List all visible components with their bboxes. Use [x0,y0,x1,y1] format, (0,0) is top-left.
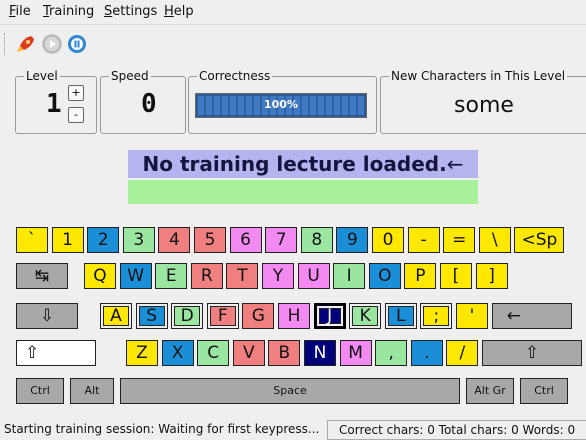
menu-help[interactable]: Help [164,4,194,19]
key-backspace: <Sp [514,227,565,253]
key-3: 3 [122,227,155,253]
key-backslash: \ [478,227,511,253]
level-title: Level [24,68,60,84]
key-comma: , [375,340,408,366]
rocket-icon[interactable] [16,34,36,54]
status-stats: Correct chars: 0 Total chars: 0 Words: 0 [327,420,586,440]
new-characters-title: New Characters in This Level [389,68,568,84]
key-p: P [404,263,437,289]
correctness-progress-bar: 100% [195,93,367,118]
key-alt: Alt [70,378,114,404]
key-caps-lock: ⇩ [16,303,78,329]
key-l: L [384,303,417,329]
key-period: . [410,340,443,366]
new-characters-group: New Characters in This Level some [380,68,586,134]
key-g: G [242,303,275,329]
level-group: Level 1 + - [15,68,97,134]
menu-file[interactable]: File [9,4,31,19]
lecture-text: No training lecture loaded. [142,152,447,176]
key-bracket-right: ] [475,263,508,289]
key-alt-gr: Alt Gr [466,378,514,404]
key-enter: ← [491,303,572,329]
level-value: 1 [46,89,62,119]
key-tab: ↹ [16,263,68,289]
menu-training[interactable]: Training [43,4,94,19]
key-s: S [135,303,168,329]
speed-title: Speed [109,68,151,84]
key-space: Space [120,378,460,404]
key-slash: / [446,340,479,366]
key-right-ctrl: Ctrl [520,378,568,404]
lecture-line: No training lecture loaded.← [128,150,478,178]
correctness-title: Correctness [197,68,273,84]
key-h: H [278,303,310,329]
key-a: A [100,303,132,329]
key-v: V [232,340,265,366]
key-4: 4 [158,227,191,253]
key-bracket-left: [ [440,263,472,289]
key-d: D [171,303,204,329]
key-u: U [297,263,330,289]
key-y: Y [262,263,294,289]
key-j: J [313,303,346,329]
key-b: B [268,340,301,366]
key-x: X [161,340,194,366]
key-equals: = [443,227,476,253]
key-f: F [206,303,239,329]
key-0: 0 [372,227,404,253]
key-t: T [226,263,259,289]
status-message: Starting training session: Waiting for f… [4,422,320,436]
key-left-shift: ⇧ [16,340,96,366]
key-6: 6 [229,227,262,253]
key-semicolon: ; [420,303,453,329]
key-right-shift: ⇧ [482,340,582,366]
menu-settings[interactable]: Settings [104,4,157,19]
level-decrease-button[interactable]: - [68,107,84,123]
key-quote: ' [456,303,488,329]
key-k: K [349,303,382,329]
correctness-progress-label: 100% [264,98,298,111]
key-o: O [368,263,401,289]
key-e: E [155,263,188,289]
key-i: I [333,263,366,289]
key-7: 7 [265,227,298,253]
key-r: R [190,263,223,289]
typing-input-line[interactable] [128,180,478,204]
toolbar [0,25,586,61]
key-9: 9 [336,227,369,253]
key-left-ctrl: Ctrl [16,378,64,404]
key-q: Q [84,263,116,289]
key-2: 2 [87,227,120,253]
level-increase-button[interactable]: + [68,85,84,101]
play-icon[interactable] [42,34,62,54]
new-characters-value: some [454,93,514,118]
key-8: 8 [300,227,333,253]
key-n: N [304,340,336,366]
key-c: C [197,340,230,366]
pause-icon[interactable] [67,34,87,54]
enter-arrow-icon: ← [446,152,464,176]
key-w: W [119,263,152,289]
speed-group: Speed 0 [100,68,186,134]
key-minus: - [407,227,440,253]
key-m: M [339,340,372,366]
key-z: Z [126,340,158,366]
key-1: 1 [51,227,84,253]
toolbar-handle [4,33,8,55]
key-backtick: ` [16,227,48,253]
menu-bar: File Training Settings Help [0,0,586,25]
speed-value: 0 [141,89,157,119]
key-5: 5 [194,227,226,253]
